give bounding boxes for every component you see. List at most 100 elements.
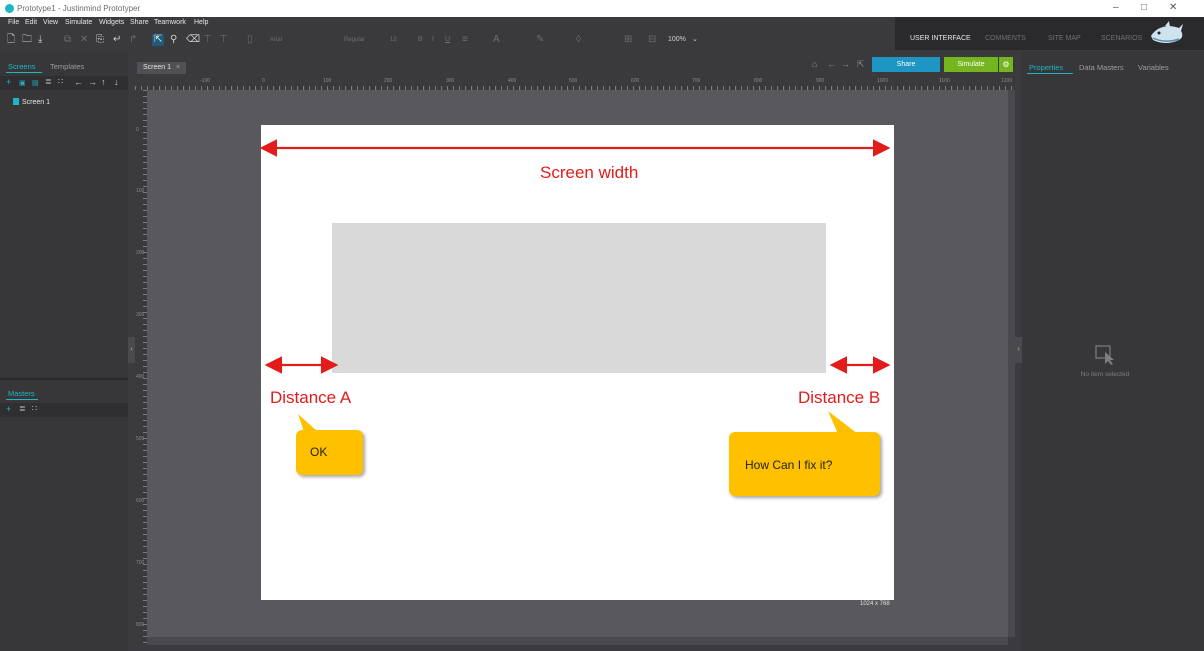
new-screen-icon[interactable]: ▣ xyxy=(19,79,26,87)
zoom-dropdown-chevron-icon[interactable]: ⌄ xyxy=(692,34,698,46)
screen-size-label: 1024 x 768 xyxy=(860,601,890,607)
panel-divider[interactable] xyxy=(0,378,128,380)
zoom-level[interactable]: 100% xyxy=(668,34,686,46)
restore-button[interactable]: □ xyxy=(1141,2,1147,13)
vertical-scrollbar[interactable] xyxy=(1008,90,1015,637)
bold-button[interactable]: B xyxy=(418,34,423,46)
simulate-settings-gear-icon[interactable]: ⚙ xyxy=(999,57,1013,72)
ruler-label: 600 xyxy=(136,498,145,504)
close-button[interactable]: ✕ xyxy=(1169,2,1177,13)
ruler-label: 800 xyxy=(136,622,145,628)
expand-icon[interactable]: ⇱ xyxy=(857,59,865,70)
distance-a-label: Distance A xyxy=(270,388,352,407)
select-tool-icon[interactable]: ⇱ xyxy=(152,34,165,46)
paste-icon[interactable]: ⎘ xyxy=(96,34,104,46)
menu-share[interactable]: Share xyxy=(130,19,149,26)
new-file-icon[interactable]: 🗋 xyxy=(7,34,15,46)
app-window: Prototype1 - Justinmind Prototyper – □ ✕… xyxy=(0,0,1204,651)
forward-arrow-icon[interactable]: → xyxy=(841,59,850,69)
menu-file[interactable]: File xyxy=(8,19,19,26)
cut-icon[interactable]: ✕ xyxy=(80,34,88,46)
fill-color-icon[interactable]: ◊ xyxy=(576,34,581,46)
horizontal-ruler: -100 0 100 200 300 400 500 600 700 800 9… xyxy=(135,75,1015,90)
move-up-icon[interactable]: ↑ xyxy=(101,77,106,87)
ruler-label: 600 xyxy=(631,78,640,84)
tab-screen-1[interactable]: Screen 1 × xyxy=(137,62,187,74)
tab-comments[interactable]: COMMENTS xyxy=(985,35,1026,42)
distribute-icon[interactable]: ⊟ xyxy=(648,34,656,46)
italic-button[interactable]: I xyxy=(432,34,434,46)
new-folder-icon[interactable]: ▤ xyxy=(32,79,39,87)
paint-format-icon[interactable]: ⊤ xyxy=(219,34,228,46)
tab-site-map[interactable]: SITE MAP xyxy=(1048,35,1081,42)
callout-ok-text: OK xyxy=(310,445,328,459)
eraser-icon[interactable]: ⌫ xyxy=(186,34,200,46)
underline-button[interactable]: U xyxy=(445,34,450,46)
zoom-tool-icon[interactable]: ⚲ xyxy=(170,34,177,46)
vertical-ruler: 0 100 200 300 400 500 600 700 800 xyxy=(135,90,147,645)
collapse-left-panel-button[interactable]: ‹ xyxy=(128,337,135,363)
menu-help[interactable]: Help xyxy=(194,19,208,26)
add-master-icon[interactable]: + xyxy=(6,404,11,414)
share-button[interactable]: Share xyxy=(872,57,940,72)
minimize-button[interactable]: – xyxy=(1113,2,1119,13)
tab-user-interface[interactable]: USER INTERFACE xyxy=(910,35,971,42)
collapse-right-panel-button[interactable]: › xyxy=(1015,337,1022,363)
masters-list-view-icon[interactable]: ≣ xyxy=(19,404,26,413)
copy-icon[interactable]: ⧉ xyxy=(64,34,71,46)
title-bar: Prototype1 - Justinmind Prototyper – □ ✕ xyxy=(0,0,1204,17)
menu-teamwork[interactable]: Teamwork xyxy=(154,19,186,26)
home-icon[interactable]: ⌂ xyxy=(812,59,817,69)
download-icon[interactable]: ⤓ xyxy=(38,34,42,46)
font-size-select[interactable]: 12 xyxy=(390,34,412,46)
ruler-label: 1000 xyxy=(877,78,889,84)
simulate-button[interactable]: Simulate xyxy=(944,57,998,72)
grid-view-icon[interactable]: ∷ xyxy=(58,77,63,86)
menu-edit[interactable]: Edit xyxy=(25,19,37,26)
gray-rectangle-widget[interactable] xyxy=(332,223,826,373)
no-selection-cursor-icon xyxy=(1095,345,1114,365)
ruler-label: 200 xyxy=(384,78,393,84)
tab-masters[interactable]: Masters xyxy=(8,389,35,398)
tab-data-masters[interactable]: Data Masters xyxy=(1079,63,1124,72)
tab-properties[interactable]: Properties xyxy=(1029,63,1063,72)
text-color-button[interactable]: A xyxy=(493,34,500,46)
redo-icon[interactable]: ↱ xyxy=(129,34,137,46)
properties-tab-underline xyxy=(1027,73,1073,74)
format-painter-icon[interactable]: ⊤ xyxy=(203,34,212,46)
toolbar: 🗋 🗀 ⤓ ⧉ ✕ ⎘ ↵ ↱ ⇱ ⚲ ⌫ ⊤ ⊤ ▯ Arial Regula… xyxy=(0,30,895,50)
tab-scenarios[interactable]: SCENARIOS xyxy=(1101,35,1142,42)
list-view-icon[interactable]: ≣ xyxy=(45,77,52,86)
screen-document-icon xyxy=(13,98,19,105)
tab-screens[interactable]: Screens xyxy=(8,62,36,71)
menu-widgets[interactable]: Widgets xyxy=(99,19,124,26)
undo-icon[interactable]: ↵ xyxy=(113,34,121,46)
close-tab-icon[interactable]: × xyxy=(176,64,180,71)
align-icon[interactable]: ≡ xyxy=(462,34,468,46)
app-logo-icon xyxy=(5,4,14,13)
menu-simulate[interactable]: Simulate xyxy=(65,19,92,26)
horizontal-scrollbar[interactable] xyxy=(147,637,1008,645)
menu-view[interactable]: View xyxy=(43,19,58,26)
font-style-select[interactable]: Regular xyxy=(344,34,384,46)
move-down-icon[interactable]: ↓ xyxy=(114,77,119,87)
add-screen-icon[interactable]: + xyxy=(6,77,11,87)
tab-templates[interactable]: Templates xyxy=(50,62,84,71)
ruler-label: 700 xyxy=(136,560,145,566)
move-left-icon[interactable]: ← xyxy=(74,77,83,87)
move-right-icon[interactable]: → xyxy=(88,77,97,87)
menu-bar: File Edit View Simulate Widgets Share Te… xyxy=(0,17,895,30)
open-folder-icon[interactable]: 🗀 xyxy=(22,34,32,46)
active-tab-underline xyxy=(6,72,42,73)
rectangle-icon[interactable]: ▯ xyxy=(247,34,253,46)
screen-list-item[interactable]: Screen 1 xyxy=(13,98,50,106)
back-arrow-icon[interactable]: ← xyxy=(827,59,836,69)
tab-variables[interactable]: Variables xyxy=(1138,63,1169,72)
align-objects-icon[interactable]: ⊞ xyxy=(624,34,632,46)
line-color-icon[interactable]: ✎ xyxy=(536,34,544,46)
font-family-select[interactable]: Arial xyxy=(270,34,340,46)
ruler-label: 100 xyxy=(136,188,145,194)
masters-grid-view-icon[interactable]: ∷ xyxy=(32,404,37,413)
screen-width-label: Screen width xyxy=(540,163,639,182)
ruler-label: 300 xyxy=(446,78,455,84)
